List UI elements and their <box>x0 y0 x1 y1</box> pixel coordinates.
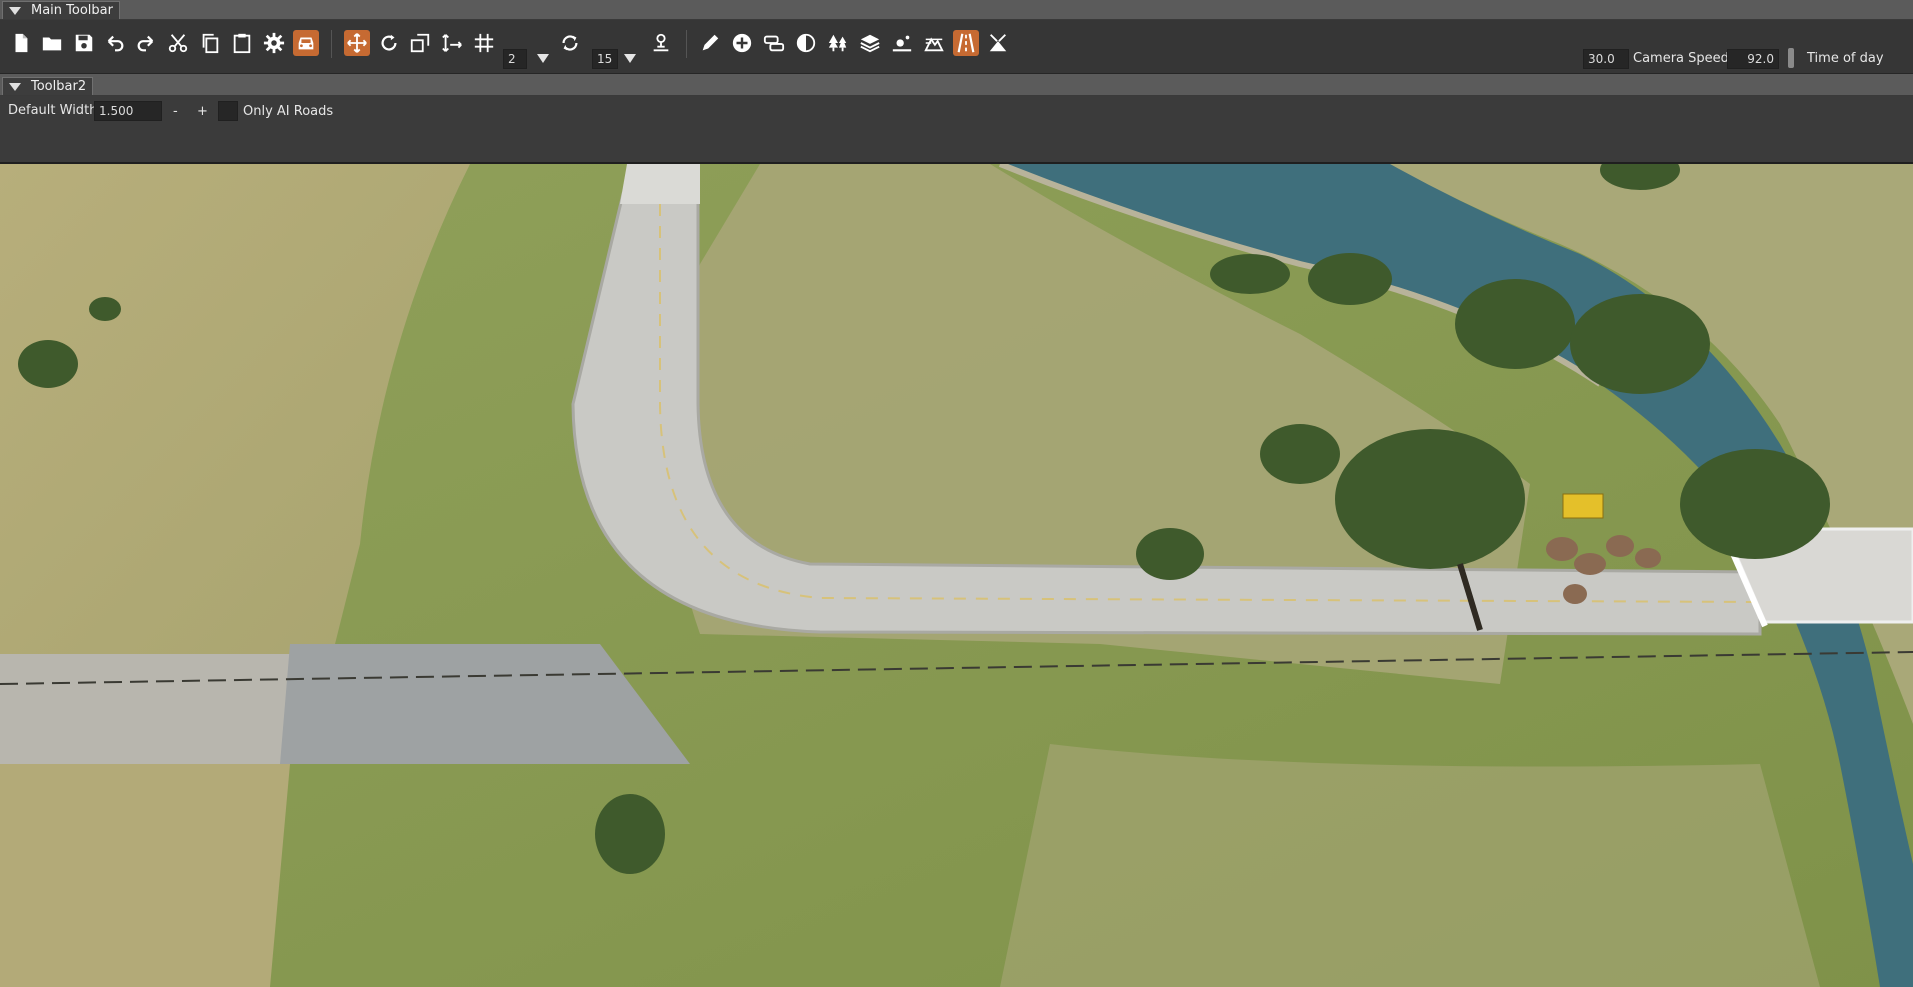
layers-icon[interactable] <box>857 30 883 56</box>
scale-icon[interactable] <box>407 30 433 56</box>
vehicle-icon[interactable] <box>293 30 319 56</box>
dry-patch-bottom <box>1000 744 1820 987</box>
grid-snap-dropdown-icon[interactable] <box>537 54 549 63</box>
undo-icon[interactable] <box>102 30 128 56</box>
settings-gear-icon[interactable] <box>261 30 287 56</box>
time-of-day-label: Time of day <box>1807 51 1884 66</box>
time-of-day-slider-handle[interactable] <box>1788 48 1794 68</box>
object-drop-icon[interactable] <box>889 30 915 56</box>
rotate-icon[interactable] <box>376 30 402 56</box>
only-ai-roads-label: Only AI Roads <box>243 104 334 119</box>
translate-axis-icon[interactable] <box>439 30 465 56</box>
road-node-icon[interactable] <box>761 30 787 56</box>
redo-icon[interactable] <box>133 30 159 56</box>
add-circle-icon[interactable] <box>729 30 755 56</box>
terrain-paint-icon[interactable] <box>921 30 947 56</box>
toolbar2-title: Toolbar2 <box>31 79 87 94</box>
yellow-sign <box>1562 493 1604 519</box>
only-ai-roads-checkbox[interactable] <box>218 101 238 121</box>
mesh-road-icon[interactable] <box>985 30 1011 56</box>
terrain-scene <box>0 164 1913 987</box>
toolbar2-header: Toolbar2 <box>0 74 1913 96</box>
camera-speed-label: Camera Speed <box>1633 51 1729 66</box>
collapse-arrow-icon[interactable] <box>9 7 21 15</box>
default-width-label: Default Width <box>8 103 98 118</box>
camera-speed-input[interactable]: 30.0 <box>1583 49 1629 69</box>
grid-snap-icon[interactable] <box>471 30 497 56</box>
dry-field-bottom-left <box>0 764 290 987</box>
decrement-button[interactable]: - <box>173 104 178 119</box>
move-icon[interactable] <box>344 30 370 56</box>
main-toolbar: 2 15 30.0 Camera Speed 92.0 Time of day <box>0 20 1913 74</box>
main-toolbar-tab[interactable]: Main Toolbar <box>2 1 120 19</box>
time-of-day-input[interactable]: 92.0 <box>1727 49 1779 69</box>
new-file-icon[interactable] <box>8 30 34 56</box>
decal-icon[interactable] <box>793 30 819 56</box>
road-end-cap <box>620 164 700 204</box>
copy-icon[interactable] <box>197 30 223 56</box>
rotate-snap-value[interactable]: 15 <box>592 49 618 69</box>
toolbar-separator <box>331 30 332 58</box>
default-width-input[interactable]: 1.500 <box>94 101 162 121</box>
cut-icon[interactable] <box>165 30 191 56</box>
scene-viewport[interactable] <box>0 164 1913 987</box>
open-folder-icon[interactable] <box>39 30 65 56</box>
main-toolbar-title: Main Toolbar <box>31 3 113 18</box>
save-icon[interactable] <box>71 30 97 56</box>
toolbar2: Default Width 1.500 - + Only AI Roads <box>0 96 1913 164</box>
increment-button[interactable]: + <box>197 104 208 119</box>
terrain-snap-icon[interactable] <box>648 30 674 56</box>
toolbar2-tab[interactable]: Toolbar2 <box>2 77 94 95</box>
toolbar-separator <box>686 30 687 58</box>
road-icon[interactable] <box>953 30 979 56</box>
forest-icon[interactable] <box>825 30 851 56</box>
gravel-road <box>0 654 310 764</box>
paste-icon[interactable] <box>229 30 255 56</box>
collapse-arrow-icon[interactable] <box>9 83 21 91</box>
main-toolbar-header: Main Toolbar <box>0 0 1913 20</box>
rotate-snap-dropdown-icon[interactable] <box>624 54 636 63</box>
grid-snap-value[interactable]: 2 <box>503 49 527 69</box>
pencil-icon[interactable] <box>697 30 723 56</box>
rotate-snap-icon[interactable] <box>557 30 583 56</box>
